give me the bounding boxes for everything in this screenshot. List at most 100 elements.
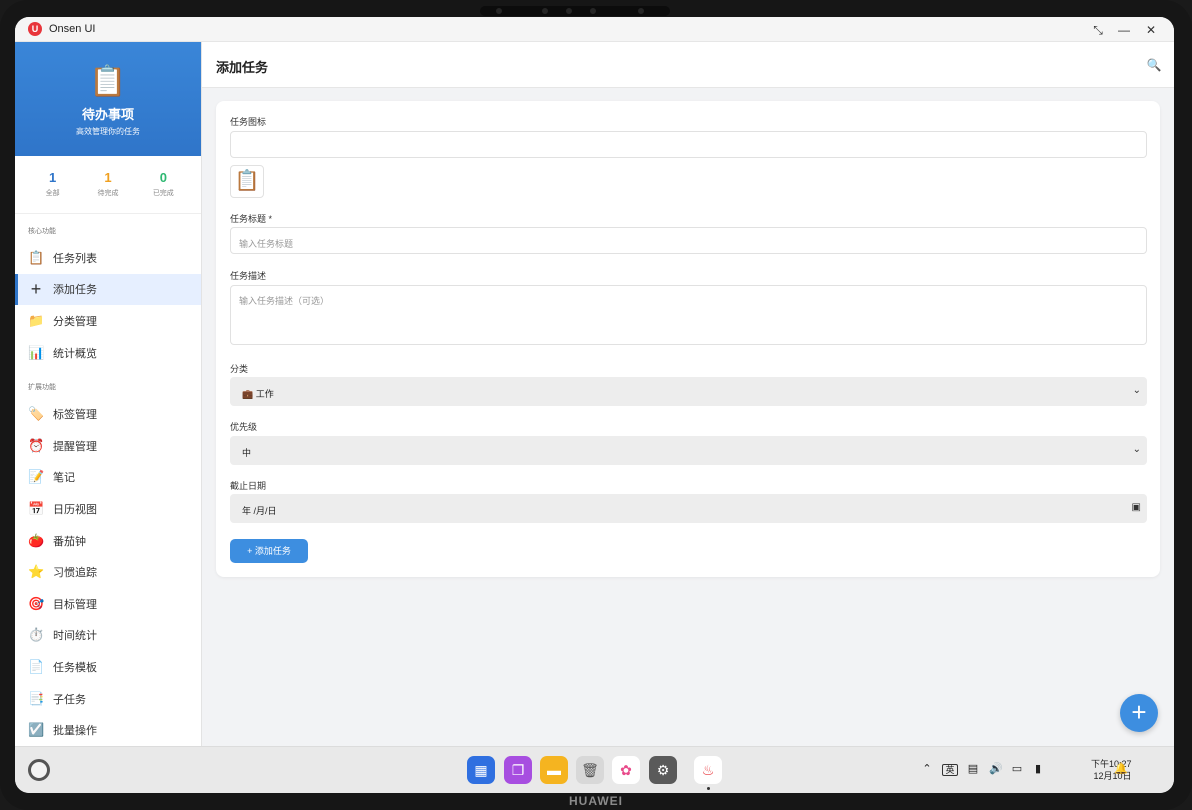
stat-value: 1 xyxy=(104,170,112,185)
priority-field-label: 优先级 xyxy=(230,422,258,432)
category-select[interactable]: 💼 工作 ⌄ xyxy=(230,377,1147,406)
clipboard-icon: 📋 xyxy=(230,165,264,198)
page-icon: 📄 xyxy=(28,658,45,674)
sidebar-item-label: 番茄钟 xyxy=(53,535,86,548)
search-icon[interactable]: 🔍 xyxy=(1144,55,1164,75)
icon-field-label: 任务图标 xyxy=(230,117,267,127)
sidebar-item-label: 提醒管理 xyxy=(53,440,97,453)
settings-icon[interactable]: ⚙ xyxy=(649,756,677,784)
start-button[interactable] xyxy=(28,759,50,781)
icon-input[interactable] xyxy=(230,131,1147,158)
stat-pending: 1 待完成 xyxy=(83,170,133,213)
sidebar-item-notes[interactable]: 📝 笔记 xyxy=(15,462,201,494)
grid-icon[interactable]: ▦ xyxy=(467,756,495,784)
stats-row: 1 全部 1 待完成 0 已完成 xyxy=(15,156,201,214)
close-icon[interactable]: ✕ xyxy=(1142,21,1160,39)
window-title: Onsen UI xyxy=(49,23,96,35)
section-title-core: 核心功能 xyxy=(28,228,56,235)
device-brand: HUAWEI xyxy=(569,794,623,808)
fab-add-button[interactable]: + xyxy=(1120,694,1158,732)
section-title-ext: 扩展功能 xyxy=(28,384,56,392)
ime-indicator[interactable]: 英 xyxy=(942,764,958,776)
stat-label: 全部 xyxy=(45,190,60,197)
chevron-down-icon: ⌄ xyxy=(1132,444,1141,455)
tag-icon: 🏷️ xyxy=(28,406,45,422)
star-icon: ⭐ xyxy=(28,564,45,580)
sidebar-item-label: 子任务 xyxy=(53,693,86,706)
sidebar-item-templates[interactable]: 📄 任务模板 xyxy=(15,651,201,683)
due-date-value: 年 /月/日 xyxy=(242,506,277,516)
restore-icon[interactable]: ⤡ xyxy=(1089,21,1107,39)
gallery-icon[interactable]: ✿ xyxy=(612,756,640,784)
sidebar-item-batch[interactable]: ☑️ 批量操作 xyxy=(15,714,201,746)
window-icon[interactable]: ❐ xyxy=(504,756,532,784)
bar-chart-icon: 📊 xyxy=(28,344,45,360)
screen: U Onsen UI ⤡ — ✕ 📋 待办事项 高效管理你的任务 1 全部 1 … xyxy=(15,17,1174,793)
sidebar-item-label: 批量操作 xyxy=(53,725,97,738)
app-logo-icon: U xyxy=(28,22,42,36)
calendar-icon: 📅 xyxy=(28,500,45,516)
sidebar-item-label: 任务列表 xyxy=(53,252,97,265)
sidebar-item-categories[interactable]: 📁 分类管理 xyxy=(15,305,201,337)
due-date-field-label: 截止日期 xyxy=(230,481,267,491)
stat-label: 待完成 xyxy=(97,190,119,197)
target-icon: 🎯 xyxy=(28,595,45,611)
description-textarea[interactable]: 输入任务描述（可选） xyxy=(230,285,1147,345)
minimize-icon[interactable]: — xyxy=(1115,21,1133,39)
stat-label: 已完成 xyxy=(152,190,174,197)
sidebar-item-add-task[interactable]: + 添加任务 xyxy=(15,273,201,306)
camera-bar xyxy=(480,6,670,16)
window-titlebar: U Onsen UI ⤡ — ✕ xyxy=(15,17,1174,42)
clipboard-icon: 📋 xyxy=(89,65,127,98)
bookmark-tabs-icon: 📑 xyxy=(28,690,45,706)
plus-icon: + xyxy=(30,278,42,299)
priority-select[interactable]: 中 ⌄ xyxy=(230,436,1147,465)
sidebar-item-statistics[interactable]: 📊 统计概览 xyxy=(15,337,201,369)
volume-icon[interactable]: 🔊 xyxy=(988,762,1004,775)
sidebar-item-task-list[interactable]: 📋 任务列表 xyxy=(15,242,201,274)
stat-all: 1 全部 xyxy=(28,170,78,213)
calendar-icon[interactable]: ▣ xyxy=(1132,502,1141,513)
alarm-clock-icon: ⏰ xyxy=(28,437,45,453)
sidebar-item-tags[interactable]: 🏷️ 标签管理 xyxy=(15,398,201,430)
sidebar-title: 待办事项 xyxy=(81,107,134,122)
description-field-label: 任务描述 xyxy=(230,271,267,281)
folder-icon: 📁 xyxy=(28,312,45,328)
onsen-icon[interactable]: ♨ xyxy=(694,756,722,784)
title-field-label: 任务标题 * xyxy=(230,214,273,224)
stopwatch-icon: ⏱️ xyxy=(28,627,45,643)
tomato-icon: 🍅 xyxy=(28,532,45,548)
sidebar-item-subtasks[interactable]: 📑 子任务 xyxy=(15,683,201,715)
stat-value: 0 xyxy=(159,170,167,185)
taskbar: ▦ ❐ ▬ 🗑 ✿ ⚙ ♨ ⌃ 英 ▤ 🔊 ▭ ▮ 下午10:27 12月10日… xyxy=(15,746,1174,793)
sidebar-item-habits[interactable]: ⭐ 习惯追踪 xyxy=(15,556,201,588)
battery-icon[interactable]: ▮ xyxy=(1030,762,1046,775)
sidebar-item-label: 习惯追踪 xyxy=(53,567,97,580)
sidebar-item-label: 标签管理 xyxy=(53,409,97,422)
sidebar-item-reminders[interactable]: ⏰ 提醒管理 xyxy=(15,430,201,462)
bell-icon[interactable]: 🔔 xyxy=(1113,762,1129,775)
sidebar-item-label: 日历视图 xyxy=(53,503,97,516)
device-bezel: HUAWEI U Onsen UI ⤡ — ✕ 📋 待办事项 高效管理你的任务 … xyxy=(0,0,1192,810)
category-field-label: 分类 xyxy=(230,364,249,374)
stat-done: 0 已完成 xyxy=(138,170,188,213)
sidebar-item-goals[interactable]: 🎯 目标管理 xyxy=(15,588,201,620)
sidebar-item-label: 添加任务 xyxy=(53,284,97,297)
sidebar-item-time-stats[interactable]: ⏱️ 时间统计 xyxy=(15,620,201,652)
display-icon[interactable]: ▭ xyxy=(1009,762,1025,775)
title-input[interactable]: 输入任务标题 xyxy=(230,227,1147,254)
checkbox-icon: ☑️ xyxy=(28,722,45,738)
add-task-form: 任务图标 📋 任务标题 * 输入任务标题 任务描述 输入任务描述（可选） 分类 … xyxy=(216,101,1160,577)
sidebar-item-calendar[interactable]: 📅 日历视图 xyxy=(15,493,201,525)
sidebar-header: 📋 待办事项 高效管理你的任务 xyxy=(15,42,201,156)
sidebar-item-pomodoro[interactable]: 🍅 番茄钟 xyxy=(15,525,201,557)
due-date-input[interactable]: 年 /月/日 ▣ xyxy=(230,494,1147,523)
folder-icon[interactable]: ▬ xyxy=(540,756,568,784)
sidebar-item-label: 时间统计 xyxy=(53,630,97,643)
priority-selected-value: 中 xyxy=(242,448,252,458)
clipboard-tray-icon[interactable]: ▤ xyxy=(965,762,981,775)
trash-icon[interactable]: 🗑 xyxy=(576,756,604,784)
chevron-up-icon[interactable]: ⌃ xyxy=(919,762,935,775)
clipboard-icon: 📋 xyxy=(28,249,45,265)
add-task-button[interactable]: + 添加任务 xyxy=(230,539,308,563)
